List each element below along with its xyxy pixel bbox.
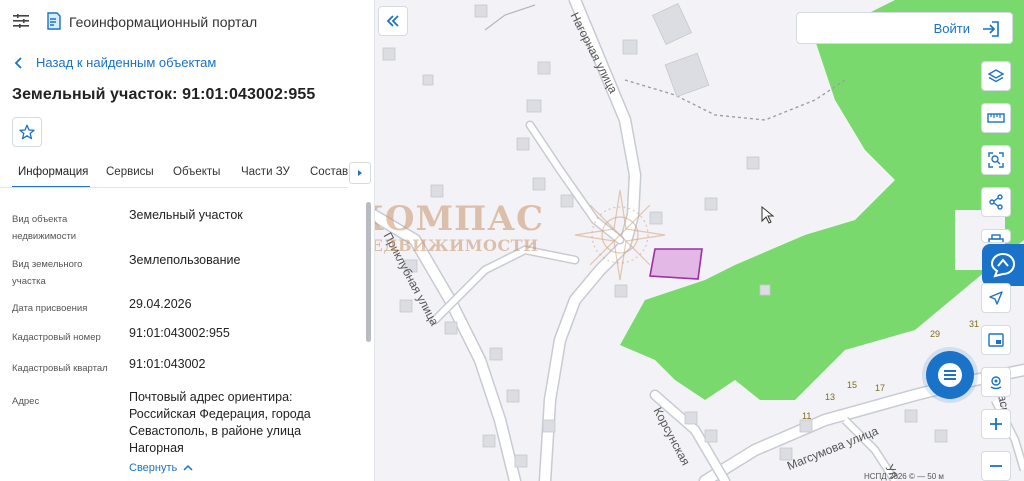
tab-services[interactable]: Сервисы <box>106 158 154 187</box>
print-button[interactable] <box>981 229 1011 243</box>
watermark-line1: КОМПАС <box>375 199 545 239</box>
map-view[interactable]: Нагорная улица Приклубная улица Корсунск… <box>375 0 1024 481</box>
layers-button[interactable] <box>981 61 1011 91</box>
star-icon <box>19 124 35 140</box>
location-target-icon <box>990 376 1002 390</box>
plus-icon <box>990 418 1002 430</box>
minimap-button[interactable] <box>981 325 1011 355</box>
location-button[interactable] <box>981 367 1011 397</box>
collapse-address-link[interactable]: Свернуть <box>129 462 193 474</box>
back-link-label: Назад к найденным объектам <box>36 55 217 70</box>
chevron-left-icon <box>14 56 22 69</box>
tab-parts[interactable]: Части ЗУ <box>241 158 290 187</box>
address-value: Почтовый адрес ориентира: Российская Фед… <box>129 390 311 455</box>
measure-button[interactable] <box>981 103 1011 133</box>
login-button[interactable]: Войти <box>796 12 1013 44</box>
zoom-out-button[interactable] <box>981 451 1011 481</box>
boundary-line <box>484 4 536 31</box>
assistant-side-button[interactable] <box>982 244 1024 286</box>
info-value: 29.04.2026 <box>129 297 192 311</box>
menu-icon[interactable] <box>13 14 29 28</box>
share-button[interactable] <box>981 187 1011 217</box>
list-icon <box>938 363 962 387</box>
double-chevron-left-icon <box>386 15 399 27</box>
info-value: Землепользование <box>129 253 241 267</box>
app-header: Геоинформационный портал <box>0 0 375 44</box>
info-value: Земельный участок <box>129 208 243 222</box>
printer-icon <box>988 234 1004 242</box>
object-tabs: Информация Сервисы Объекты Части ЗУ Сост… <box>0 158 348 188</box>
house-number: 29 <box>930 329 941 339</box>
floating-menu-button[interactable] <box>926 351 974 399</box>
triangle-right-icon <box>358 170 362 176</box>
info-scrollbar[interactable] <box>366 202 371 342</box>
info-label: Кадастровый номер <box>12 332 101 343</box>
tabs-scroll-right-button[interactable] <box>349 162 371 184</box>
app-title: Геоинформационный портал <box>69 14 258 30</box>
tab-composition[interactable]: Состав <box>310 158 348 187</box>
map-attribution: НСПД 2026 © — 50 м <box>864 472 944 481</box>
info-label: Кадастровый квартал <box>12 363 108 374</box>
geolocation-button[interactable] <box>981 283 1011 313</box>
portal-logo-icon <box>47 12 61 30</box>
info-label: Вид земельного участка <box>12 259 83 287</box>
select-area-icon <box>988 152 1004 168</box>
chevron-up-icon <box>183 464 193 471</box>
picture-in-picture-icon <box>988 333 1004 347</box>
share-icon <box>989 194 1003 210</box>
select-area-button[interactable] <box>981 145 1011 175</box>
watermark-line2: НЕДВИЖИМОСТИ <box>375 236 539 255</box>
collapse-sidebar-button[interactable] <box>378 6 408 36</box>
info-label: Дата присвоения <box>12 303 88 314</box>
info-value: 91:01:043002:955 <box>129 326 230 340</box>
login-icon <box>983 21 999 37</box>
info-label: Вид объекта недвижимости <box>12 214 77 242</box>
house-number: 15 <box>847 380 858 390</box>
mouse-cursor <box>761 205 775 224</box>
tab-information[interactable]: Информация <box>12 158 90 187</box>
house-number: 31 <box>969 319 980 329</box>
navigation-arrow-icon <box>989 291 1003 305</box>
info-panel: Вид объекта недвижимости Земельный участ… <box>0 196 366 481</box>
zoom-in-button[interactable] <box>981 409 1011 439</box>
info-label: Адрес <box>12 396 40 407</box>
minus-icon <box>990 465 1002 467</box>
favorite-button[interactable] <box>12 117 42 147</box>
tab-objects[interactable]: Объекты <box>173 158 220 187</box>
cadastral-parcel <box>649 248 703 280</box>
layers-icon <box>988 69 1004 83</box>
house-number: 17 <box>875 383 886 393</box>
collapse-label: Свернуть <box>129 462 178 474</box>
page-title: Земельный участок: 91:01:043002:955 <box>12 86 316 103</box>
boundary-line <box>624 79 846 121</box>
sidebar-panel: Геоинформационный портал Назад к найденн… <box>0 0 375 481</box>
ruler-icon <box>987 113 1005 123</box>
house-number: 13 <box>825 392 836 402</box>
house-number: 11 <box>802 411 812 421</box>
info-value: 91:01:043002 <box>129 357 206 371</box>
watermark-logo: КОМПАС НЕДВИЖИМОСТИ <box>375 199 544 255</box>
login-label: Войти <box>933 21 970 36</box>
chat-bubble-icon <box>990 252 1016 278</box>
back-to-results-link[interactable]: Назад к найденным объектам <box>14 55 216 70</box>
